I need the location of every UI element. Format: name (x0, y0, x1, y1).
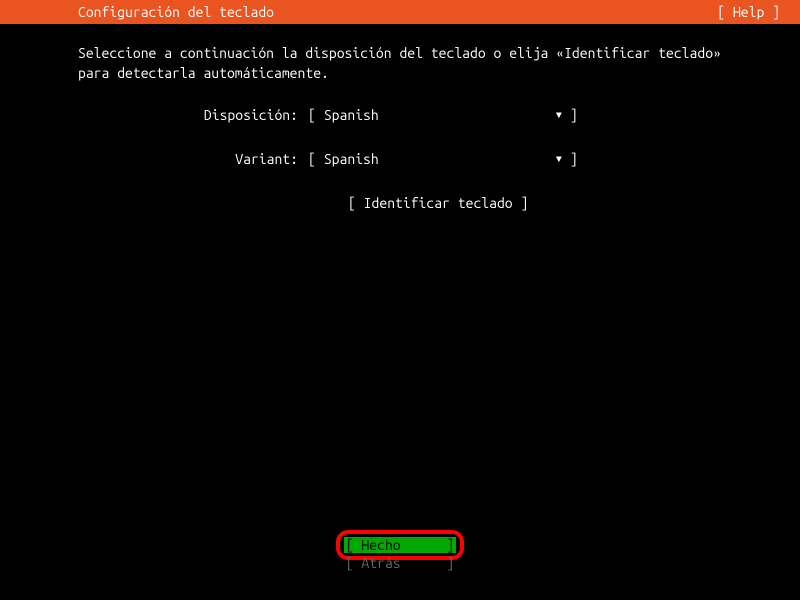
instructions-text: Seleccione a continuación la disposición… (78, 44, 722, 83)
form-section: Disposición: [ Spanish ▼ ] Variant: [ Sp… (198, 107, 722, 211)
layout-label: Disposición: (198, 107, 308, 123)
layout-row: Disposición: [ Spanish ▼ ] (198, 107, 722, 123)
done-row: [ Hecho] (344, 536, 457, 554)
bracket-open: [ (346, 555, 362, 571)
variant-value: Spanish (316, 151, 556, 167)
done-label: Hecho (361, 537, 446, 553)
bracket-close: ] (446, 555, 454, 571)
variant-row: Variant: [ Spanish ▼ ] (198, 151, 722, 167)
back-label: Atrás (361, 555, 446, 571)
content-area: Seleccione a continuación la disposición… (0, 24, 800, 211)
header-bar: Configuración del teclado [ Help ] (0, 0, 800, 24)
page-title: Configuración del teclado (78, 4, 274, 20)
bracket-close: ] (446, 537, 454, 553)
bracket-close: ] (570, 107, 578, 123)
back-button[interactable]: [ Atrás] (344, 555, 457, 571)
back-row: [ Atrás] (344, 554, 457, 572)
layout-dropdown[interactable]: [ Spanish ▼ ] (308, 107, 578, 123)
layout-value: Spanish (316, 107, 556, 123)
identify-keyboard-button[interactable]: [ Identificar teclado ] (348, 195, 722, 211)
bracket-open: [ (308, 107, 316, 123)
chevron-down-icon: ▼ (556, 153, 562, 166)
bracket-open: [ (308, 151, 316, 167)
variant-label: Variant: (198, 151, 308, 167)
bottom-buttons: [ Hecho] [ Atrás] (0, 536, 800, 572)
help-button[interactable]: [ Help ] (717, 4, 780, 20)
variant-dropdown[interactable]: [ Spanish ▼ ] (308, 151, 578, 167)
chevron-down-icon: ▼ (556, 109, 562, 122)
bracket-close: ] (570, 151, 578, 167)
done-button[interactable]: [ Hecho] (344, 537, 457, 553)
bracket-open: [ (346, 537, 362, 553)
